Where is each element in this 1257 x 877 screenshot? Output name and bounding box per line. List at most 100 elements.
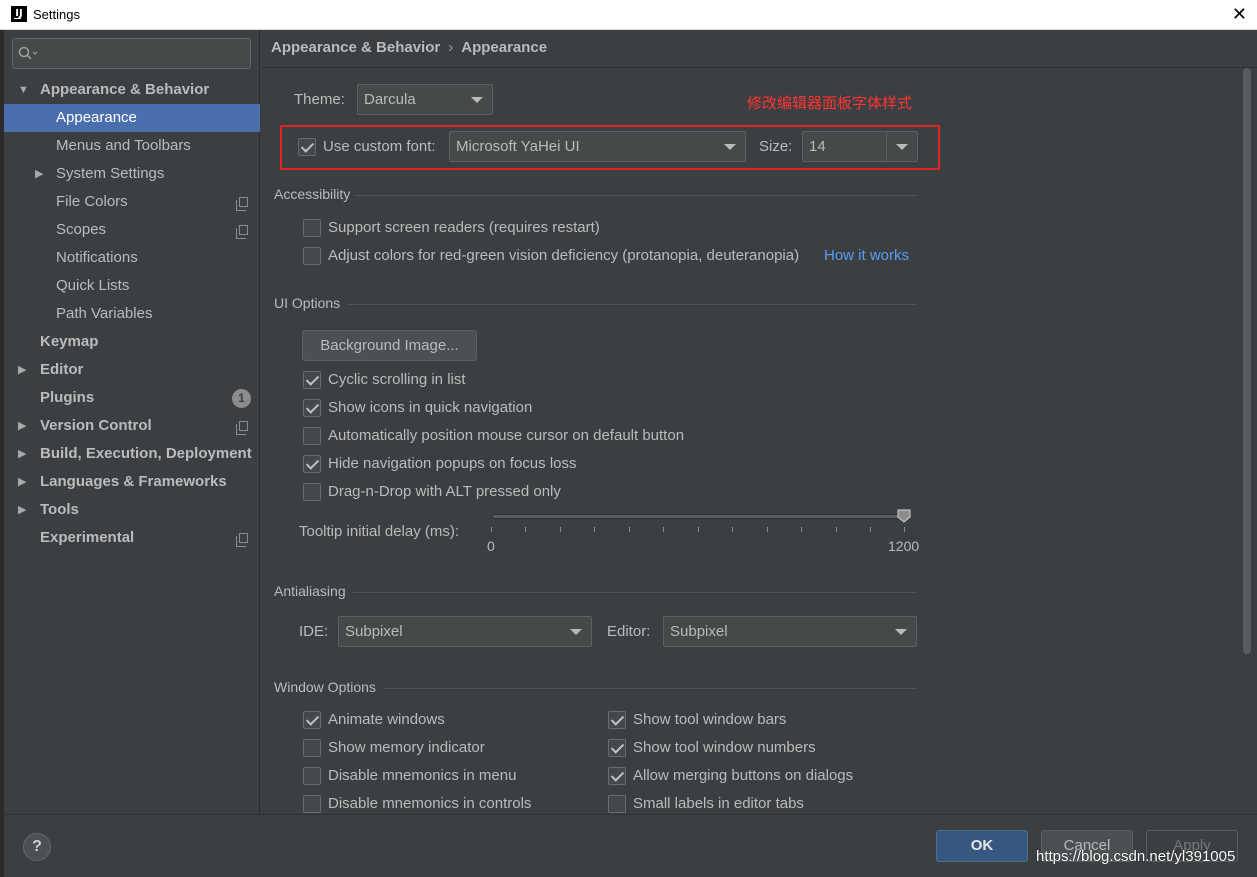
show-tool-window-numbers-checkbox[interactable] xyxy=(608,739,626,757)
disable-mnemonics-menu-label: Disable mnemonics in menu xyxy=(328,767,517,784)
editor-antialiasing-select[interactable]: Subpixel xyxy=(663,616,917,647)
show-icons-quick-nav-checkbox[interactable] xyxy=(303,399,321,417)
sidebar-item-notifications[interactable]: Notifications xyxy=(4,244,260,272)
help-button[interactable]: ? xyxy=(23,833,51,861)
slider-tick xyxy=(525,527,526,532)
sidebar-item-label: System Settings xyxy=(56,165,165,182)
slider-tick xyxy=(663,527,664,532)
sidebar-item-languages-frameworks[interactable]: ▶ Languages & Frameworks xyxy=(4,468,260,496)
sidebar-item-label: File Colors xyxy=(56,193,128,210)
chevron-right-icon[interactable]: ▶ xyxy=(35,160,43,188)
chevron-right-icon[interactable]: ▶ xyxy=(18,356,26,384)
font-size-combo[interactable]: 14 xyxy=(802,131,918,162)
sidebar-item-label: Keymap xyxy=(40,333,99,350)
sidebar-item-appearance[interactable]: Appearance xyxy=(4,104,260,132)
slider-tick xyxy=(732,527,733,532)
how-it-works-link[interactable]: How it works xyxy=(824,247,909,264)
chevron-right-icon[interactable]: ▶ xyxy=(18,440,26,468)
breadcrumb-separator: › xyxy=(448,39,454,56)
sidebar-item-appearance-behavior[interactable]: ▼ Appearance & Behavior xyxy=(4,76,260,104)
title-bar: IJ Settings ✕ xyxy=(0,0,1257,30)
window-title: Settings xyxy=(33,7,80,22)
slider-thumb[interactable] xyxy=(897,509,911,523)
search-input[interactable] xyxy=(12,38,251,69)
divider xyxy=(886,132,887,161)
sidebar-item-label: Appearance & Behavior xyxy=(40,81,210,98)
theme-value: Darcula xyxy=(364,91,416,108)
drag-n-drop-alt-checkbox[interactable] xyxy=(303,483,321,501)
ok-button[interactable]: OK xyxy=(936,830,1028,862)
small-labels-editor-tabs-label: Small labels in editor tabs xyxy=(633,795,804,812)
chevron-down-icon xyxy=(896,144,908,150)
sidebar-item-label: Appearance xyxy=(56,109,137,126)
tooltip-delay-slider[interactable] xyxy=(492,514,906,519)
font-size-value: 14 xyxy=(809,138,826,155)
screen-readers-checkbox[interactable] xyxy=(303,219,321,237)
vertical-scrollbar[interactable] xyxy=(1241,68,1253,654)
close-icon[interactable]: ✕ xyxy=(1232,4,1247,24)
scrollbar-thumb[interactable] xyxy=(1243,68,1251,654)
sidebar-item-quick-lists[interactable]: Quick Lists xyxy=(4,272,260,300)
show-icons-quick-nav-label: Show icons in quick navigation xyxy=(328,399,533,416)
sidebar-item-scopes[interactable]: Scopes xyxy=(4,216,260,244)
sidebar-item-keymap[interactable]: Keymap xyxy=(4,328,260,356)
project-level-icon xyxy=(236,197,248,211)
search-icon xyxy=(18,46,38,60)
disable-mnemonics-menu-checkbox[interactable] xyxy=(303,767,321,785)
cyclic-scrolling-checkbox[interactable] xyxy=(303,371,321,389)
animate-windows-checkbox[interactable] xyxy=(303,711,321,729)
sidebar-item-build-execution-deployment[interactable]: ▶ Build, Execution, Deployment xyxy=(4,440,260,468)
use-custom-font-checkbox[interactable] xyxy=(298,138,316,156)
allow-merging-buttons-checkbox[interactable] xyxy=(608,767,626,785)
disable-mnemonics-controls-checkbox[interactable] xyxy=(303,795,321,813)
section-divider xyxy=(384,688,917,689)
sidebar-item-plugins[interactable]: Plugins 1 xyxy=(4,384,260,412)
show-memory-indicator-checkbox[interactable] xyxy=(303,739,321,757)
watermark-text: https://blog.csdn.net/yl391005 xyxy=(1036,848,1236,865)
ide-antialiasing-label: IDE: xyxy=(299,623,329,640)
theme-label: Theme: xyxy=(294,91,345,108)
sidebar-item-label: Editor xyxy=(40,361,84,378)
auto-position-cursor-checkbox[interactable] xyxy=(303,427,321,445)
ide-antialiasing-select[interactable]: Subpixel xyxy=(338,616,592,647)
animate-windows-label: Animate windows xyxy=(328,711,445,728)
chevron-right-icon[interactable]: ▶ xyxy=(18,412,26,440)
slider-tick xyxy=(594,527,595,532)
sidebar-item-label: Plugins xyxy=(40,389,95,406)
appearance-settings-panel: Appearance & Behavior › Appearance Theme: … xyxy=(261,30,1257,814)
chevron-down-icon[interactable]: ▼ xyxy=(18,76,29,104)
intellij-app-icon: IJ xyxy=(11,6,27,22)
theme-select[interactable]: Darcula xyxy=(357,84,493,115)
slider-tick xyxy=(767,527,768,532)
sidebar-item-label: Quick Lists xyxy=(56,277,130,294)
slider-min-label: 0 xyxy=(487,538,495,554)
sidebar-item-label: Path Variables xyxy=(56,305,153,322)
sidebar-item-editor[interactable]: ▶ Editor xyxy=(4,356,260,384)
show-tool-window-bars-checkbox[interactable] xyxy=(608,711,626,729)
slider-tick xyxy=(904,527,905,532)
breadcrumb: Appearance & Behavior › Appearance xyxy=(271,39,547,56)
sidebar-item-label: Menus and Toolbars xyxy=(56,137,191,154)
tooltip-delay-label: Tooltip initial delay (ms): xyxy=(299,523,460,540)
font-family-select[interactable]: Microsoft YaHei UI xyxy=(449,131,746,162)
sidebar-item-tools[interactable]: ▶ Tools xyxy=(4,496,260,524)
editor-antialiasing-value: Subpixel xyxy=(670,623,728,640)
chevron-right-icon[interactable]: ▶ xyxy=(18,496,26,524)
sidebar-item-path-variables[interactable]: Path Variables xyxy=(4,300,260,328)
color-deficiency-checkbox[interactable] xyxy=(303,247,321,265)
sidebar-item-menus-toolbars[interactable]: Menus and Toolbars xyxy=(4,132,260,160)
sidebar-item-file-colors[interactable]: File Colors xyxy=(4,188,260,216)
sidebar-item-version-control[interactable]: ▶ Version Control xyxy=(4,412,260,440)
sidebar-item-label: Tools xyxy=(40,501,79,518)
sidebar-item-system-settings[interactable]: ▶ System Settings xyxy=(4,160,260,188)
chevron-right-icon[interactable]: ▶ xyxy=(18,468,26,496)
drag-n-drop-alt-label: Drag-n-Drop with ALT pressed only xyxy=(328,483,561,500)
font-family-value: Microsoft YaHei UI xyxy=(456,138,580,155)
use-custom-font-label: Use custom font: xyxy=(323,138,436,155)
hide-nav-popups-checkbox[interactable] xyxy=(303,455,321,473)
settings-sidebar: ▼ Appearance & Behavior Appearance Menus… xyxy=(4,30,260,814)
sidebar-item-experimental[interactable]: Experimental xyxy=(4,524,260,552)
background-image-button[interactable]: Background Image... xyxy=(302,330,477,361)
ui-options-section-title: UI Options xyxy=(274,295,341,311)
small-labels-editor-tabs-checkbox[interactable] xyxy=(608,795,626,813)
